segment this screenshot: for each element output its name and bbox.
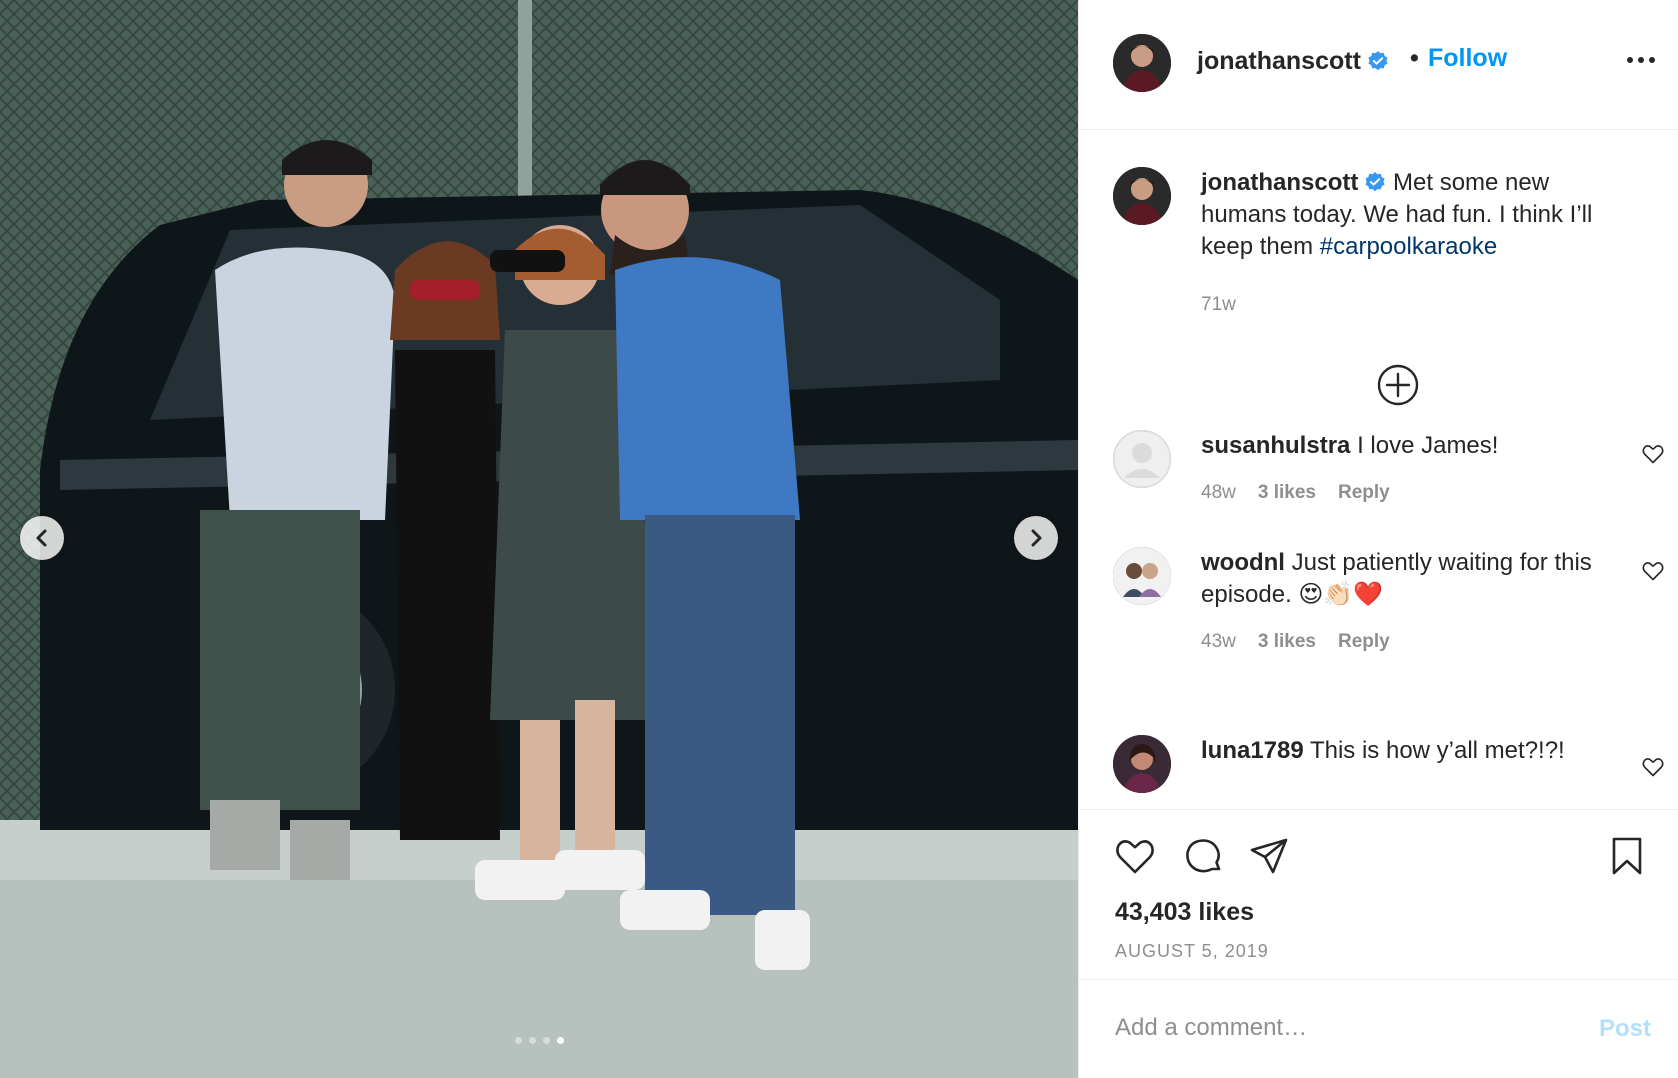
comment-body: This is how y’all met?!?!: [1309, 737, 1565, 764]
follow-button[interactable]: Follow: [1428, 44, 1507, 73]
author-username-text[interactable]: jonathanscott: [1197, 47, 1361, 75]
post-header: jonathanscott • Follow: [1079, 0, 1678, 130]
author-avatar[interactable]: [1113, 34, 1171, 92]
comment-timestamp[interactable]: 43w: [1201, 631, 1236, 653]
carousel-dot-active: [556, 1037, 564, 1044]
comment-input[interactable]: [1115, 1006, 1555, 1050]
likes-count[interactable]: 43,403 likes: [1115, 898, 1254, 927]
verified-badge-icon: [1368, 51, 1388, 71]
commenter-avatar[interactable]: [1113, 547, 1171, 605]
commenter-avatar[interactable]: [1113, 735, 1171, 793]
caption-hashtag-link[interactable]: #carpoolkaraoke: [1320, 233, 1497, 260]
save-bookmark-icon[interactable]: [1605, 834, 1649, 878]
comment-likes[interactable]: 3 likes: [1258, 631, 1316, 653]
like-comment-heart-icon[interactable]: [1641, 442, 1665, 466]
chevron-right-icon: [1031, 529, 1042, 547]
comment-meta: 43w 3 likes Reply: [1201, 631, 1390, 653]
comment-body: I love James!: [1357, 432, 1499, 459]
comment-username[interactable]: luna1789: [1201, 737, 1304, 764]
comment-text: luna1789 This is how y’all met?!?!: [1201, 735, 1621, 767]
more-dot: [1638, 57, 1644, 63]
caption-text: jonathanscott Met some new humans today.…: [1201, 167, 1641, 263]
like-comment-heart-icon[interactable]: [1641, 755, 1665, 779]
previous-photo-button[interactable]: [20, 516, 64, 560]
comment-text: susanhulstra I love James!: [1201, 430, 1621, 462]
share-paper-plane-icon[interactable]: [1247, 834, 1291, 878]
load-more-comments-icon[interactable]: [1376, 363, 1420, 407]
comment-timestamp[interactable]: 48w: [1201, 482, 1236, 504]
carousel-dot: [528, 1037, 536, 1044]
comment-username[interactable]: woodnl: [1201, 549, 1285, 576]
chevron-left-icon: [36, 529, 47, 547]
comment-meta: 48w 3 likes Reply: [1201, 482, 1390, 504]
like-comment-heart-icon[interactable]: [1641, 559, 1665, 583]
post-date: AUGUST 5, 2019: [1115, 941, 1269, 961]
post-photo[interactable]: [0, 0, 1078, 1078]
caption-username[interactable]: jonathanscott: [1201, 169, 1358, 196]
header-separator: •: [1410, 44, 1419, 72]
more-options-icon[interactable]: [1627, 50, 1659, 70]
comment-likes[interactable]: 3 likes: [1258, 482, 1316, 504]
add-comment-bar: Post: [1079, 979, 1678, 1078]
next-photo-button[interactable]: [1014, 516, 1058, 560]
caption-author-avatar[interactable]: [1113, 167, 1171, 225]
carousel-dot: [514, 1037, 522, 1044]
carousel-indicator: [0, 1037, 1078, 1044]
post-comment-button[interactable]: Post: [1599, 1015, 1651, 1043]
comment-bubble-icon[interactable]: [1181, 834, 1225, 878]
post-detail-panel: jonathanscott • Follow jonathanscott Met…: [1078, 0, 1678, 1078]
post-actions: 43,403 likes AUGUST 5, 2019: [1079, 809, 1678, 979]
photo-image: [0, 0, 1078, 1078]
caption-timestamp[interactable]: 71w: [1201, 294, 1236, 316]
comments-section[interactable]: jonathanscott Met some new humans today.…: [1079, 131, 1678, 809]
more-dot: [1627, 57, 1633, 63]
comment-reply-button[interactable]: Reply: [1338, 631, 1390, 653]
more-dot: [1649, 57, 1655, 63]
commenter-avatar[interactable]: [1113, 430, 1171, 488]
comment-reply-button[interactable]: Reply: [1338, 482, 1390, 504]
verified-badge-icon: [1365, 172, 1385, 192]
comment-username[interactable]: susanhulstra: [1201, 432, 1350, 459]
carousel-dot: [542, 1037, 550, 1044]
like-heart-icon[interactable]: [1113, 834, 1157, 878]
author-username[interactable]: jonathanscott: [1197, 47, 1389, 76]
comment-text: woodnl Just patiently waiting for this e…: [1201, 547, 1621, 611]
